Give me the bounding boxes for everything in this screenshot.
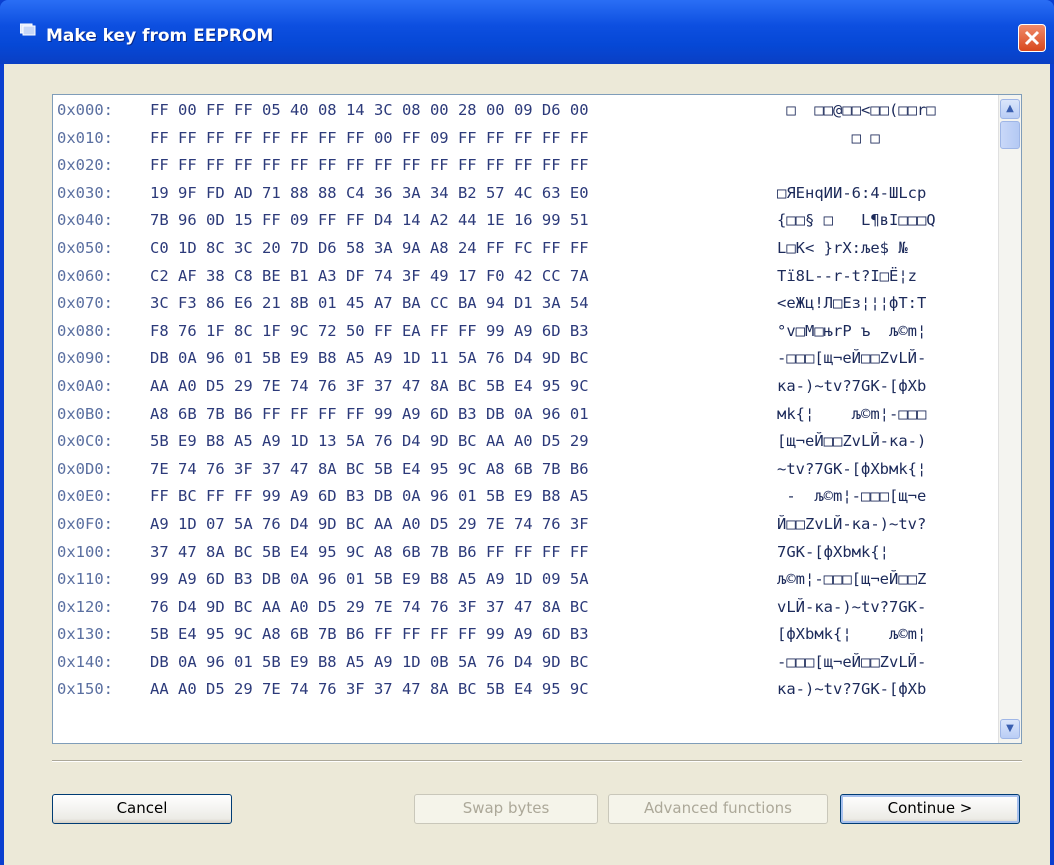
- hex-ascii: °v□М□њrP ъ љ©m¦: [777, 321, 927, 340]
- hex-bytes: 7E 74 76 3F 37 47 8A BC 5B E4 95 9C A8 6…: [150, 459, 589, 478]
- chevron-down-icon: ▼: [1006, 723, 1014, 734]
- hex-address: 0x0C0:: [57, 432, 113, 451]
- hex-ascii: L□К< }rX:ље$ №: [777, 238, 908, 257]
- hex-ascii: љ©m¦-□□□[щ¬еЙ□□Z: [777, 570, 927, 589]
- hex-ascii: 7GK-[фXbмk{¦: [777, 542, 889, 561]
- scroll-up-button[interactable]: ▲: [1000, 99, 1020, 119]
- hex-address: 0x120:: [57, 597, 113, 616]
- hex-bytes: 3C F3 86 E6 21 8B 01 45 A7 BA CC BA 94 D…: [150, 294, 589, 313]
- hex-ascii: -□□□[щ¬еЙ□□ZvLЙ-: [777, 652, 927, 671]
- hex-bytes: C0 1D 8C 3C 20 7D D6 58 3A 9A A8 24 FF F…: [150, 238, 589, 257]
- hex-address: 0x0B0:: [57, 404, 113, 423]
- hex-address: 0x070:: [57, 294, 113, 313]
- hex-address: 0x030:: [57, 183, 113, 202]
- close-button[interactable]: [1018, 24, 1046, 52]
- swap-bytes-button[interactable]: Swap bytes: [414, 794, 598, 824]
- hex-ascii: Й□□ZvLЙ-ка-)~tv?: [777, 514, 927, 533]
- hex-bytes: F8 76 1F 8C 1F 9C 72 50 FF EA FF FF 99 A…: [150, 321, 589, 340]
- hex-bytes: 99 A9 6D B3 DB 0A 96 01 5B E9 B8 A5 A9 1…: [150, 570, 589, 589]
- hex-bytes: FF 00 FF FF 05 40 08 14 3C 08 00 28 00 0…: [150, 101, 589, 119]
- divider: [52, 760, 1022, 762]
- hex-bytes: FF BC FF FF 99 A9 6D B3 DB 0A 96 01 5B E…: [150, 487, 589, 506]
- hex-dump-view[interactable]: 0x000: FF 00 FF FF 05 40 08 14 3C 08 00 2…: [52, 94, 1022, 744]
- hex-ascii: ка-)~tv?7GK-[фXb: [777, 376, 927, 395]
- hex-ascii: Tї8L--r-t?I□Ё¦z: [777, 266, 917, 285]
- hex-address: 0x080:: [57, 321, 113, 340]
- title-bar[interactable]: Make key from EEPROM: [0, 0, 1054, 64]
- hex-ascii: ка-)~tv?7GK-[фXb: [777, 680, 927, 699]
- hex-bytes: 37 47 8A BC 5B E4 95 9C A8 6B 7B B6 FF F…: [150, 542, 589, 561]
- hex-ascii: □ □: [777, 128, 880, 147]
- hex-address: 0x090:: [57, 349, 113, 368]
- hex-ascii: vLЙ-ка-)~tv?7GK-: [777, 597, 927, 616]
- hex-ascii: - љ©m¦-□□□[щ¬е: [777, 487, 927, 506]
- hex-bytes: 76 D4 9D BC AA A0 D5 29 7E 74 76 3F 37 4…: [150, 597, 589, 616]
- hex-ascii: <еЖц!Л□Eз¦¦¦фT:T: [777, 294, 927, 313]
- close-icon: [1024, 30, 1040, 46]
- hex-address: 0x150:: [57, 680, 113, 699]
- hex-ascii: {□□§ □ L¶вI□□□Q: [777, 211, 936, 230]
- hex-ascii: □ЯEнqИИ-6:4-ШLcp: [777, 183, 927, 202]
- hex-ascii: [щ¬еЙ□□ZvLЙ-ка-): [777, 432, 927, 451]
- hex-address: 0x130:: [57, 625, 113, 644]
- hex-bytes: A9 1D 07 5A 76 D4 9D BC AA A0 D5 29 7E 7…: [150, 514, 589, 533]
- hex-bytes: AA A0 D5 29 7E 74 76 3F 37 47 8A BC 5B E…: [150, 680, 589, 699]
- scroll-thumb[interactable]: [1000, 121, 1020, 149]
- hex-address: 0x020:: [57, 156, 113, 175]
- hex-bytes: AA A0 D5 29 7E 74 76 3F 37 47 8A BC 5B E…: [150, 376, 589, 395]
- hex-address: 0x140:: [57, 652, 113, 671]
- hex-address: 0x000:: [57, 101, 113, 119]
- hex-ascii: □ □□@□□<□□(□□r□: [777, 101, 936, 119]
- hex-address: 0x060:: [57, 266, 113, 285]
- hex-address: 0x050:: [57, 238, 113, 257]
- hex-address: 0x0E0:: [57, 487, 113, 506]
- hex-bytes: FF FF FF FF FF FF FF FF 00 FF 09 FF FF F…: [150, 128, 589, 147]
- vertical-scrollbar[interactable]: ▲ ▼: [998, 95, 1021, 743]
- hex-address: 0x010:: [57, 128, 113, 147]
- hex-address: 0x110:: [57, 570, 113, 589]
- hex-address: 0x040:: [57, 211, 113, 230]
- hex-bytes: 5B E9 B8 A5 A9 1D 13 5A 76 D4 9D BC AA A…: [150, 432, 589, 451]
- hex-address: 0x0D0:: [57, 459, 113, 478]
- app-icon: [20, 23, 36, 36]
- hex-bytes: 19 9F FD AD 71 88 88 C4 36 3A 34 B2 57 4…: [150, 183, 589, 202]
- hex-bytes: A8 6B 7B B6 FF FF FF FF 99 A9 6D B3 DB 0…: [150, 404, 589, 423]
- dialog-window: Make key from EEPROM 0x000: FF 00 FF FF 0…: [0, 0, 1054, 865]
- dialog-body: 0x000: FF 00 FF FF 05 40 08 14 3C 08 00 2…: [4, 64, 1050, 865]
- hex-bytes: C2 AF 38 C8 BE B1 A3 DF 74 3F 49 17 F0 4…: [150, 266, 589, 285]
- advanced-functions-button[interactable]: Advanced functions: [608, 794, 828, 824]
- hex-bytes: 5B E4 95 9C A8 6B 7B B6 FF FF FF FF 99 A…: [150, 625, 589, 644]
- hex-bytes: DB 0A 96 01 5B E9 B8 A5 A9 1D 11 5A 76 D…: [150, 349, 589, 368]
- hex-address: 0x100:: [57, 542, 113, 561]
- hex-bytes: 7B 96 0D 15 FF 09 FF FF D4 14 A2 44 1E 1…: [150, 211, 589, 230]
- chevron-up-icon: ▲: [1006, 103, 1014, 114]
- hex-ascii: ~tv?7GK-[фXbмk{¦: [777, 459, 927, 478]
- hex-ascii: [фXbмk{¦ љ©m¦: [777, 625, 927, 644]
- hex-bytes: FF FF FF FF FF FF FF FF FF FF FF FF FF F…: [150, 156, 589, 175]
- scroll-down-button[interactable]: ▼: [1000, 719, 1020, 739]
- hex-ascii: -□□□[щ¬еЙ□□ZvLЙ-: [777, 349, 927, 368]
- cancel-button[interactable]: Cancel: [52, 794, 232, 824]
- window-title: Make key from EEPROM: [46, 26, 274, 46]
- hex-bytes: DB 0A 96 01 5B E9 B8 A5 A9 1D 0B 5A 76 D…: [150, 652, 589, 671]
- hex-address: 0x0F0:: [57, 514, 113, 533]
- hex-ascii: мk{¦ љ©m¦-□□□: [777, 404, 927, 423]
- continue-button[interactable]: Continue >: [840, 794, 1020, 824]
- hex-address: 0x0A0:: [57, 376, 113, 395]
